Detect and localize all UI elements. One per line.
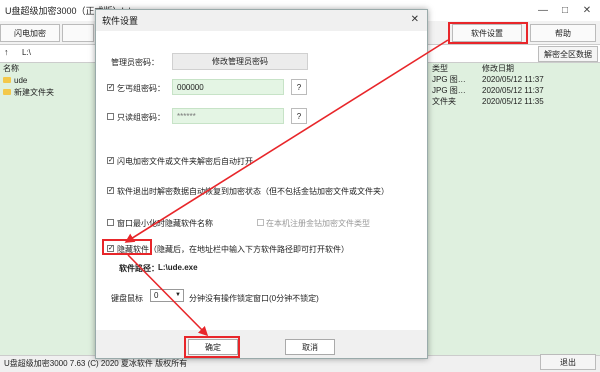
folder-icon	[3, 89, 11, 95]
readonly-password-checkbox[interactable]	[107, 113, 114, 120]
lock-minutes-value: 0	[154, 291, 159, 300]
highlight-settings-button	[448, 22, 528, 44]
hide-on-minimize-label: 窗口最小化时隐藏软件名称	[117, 219, 213, 228]
minimize-icon[interactable]: —	[532, 0, 554, 21]
exit-button[interactable]: 退出	[540, 354, 596, 370]
chevron-down-icon: ▼	[175, 292, 181, 298]
admin-password-label: 管理员密码：	[111, 58, 159, 67]
exit-restore-label: 软件退出时解密数据自动恢复到加密状态（但不包括金钻加密文件或文件夹）	[117, 187, 389, 196]
dialog-title: 软件设置	[102, 16, 139, 26]
register-type-label: 在本机注册金钻加密文件类型	[266, 219, 370, 228]
tree-item-label: 新建文件夹	[14, 87, 54, 97]
up-arrow-icon[interactable]: ↑	[4, 47, 9, 57]
window-controls: — □ ✕	[532, 0, 598, 21]
exit-restore-checkbox[interactable]: ✓	[107, 187, 114, 194]
file-list-header: 类型 修改日期	[428, 63, 600, 74]
cancel-button[interactable]: 取消	[285, 339, 335, 355]
tree-item[interactable]: 新建文件夹	[0, 86, 95, 98]
readonly-password-field[interactable]: ******	[172, 108, 284, 124]
close-icon[interactable]: ✕	[576, 0, 598, 21]
path-input[interactable]: L:\	[22, 48, 31, 57]
beggar-password-label: 乞丐组密码：	[117, 84, 165, 93]
register-type-checkbox[interactable]	[257, 219, 264, 226]
beggar-help-button[interactable]: ?	[291, 79, 307, 95]
file-row[interactable]: JPG 图… 2020/05/12 11:37	[428, 74, 600, 85]
tree-header: 名称	[3, 64, 19, 73]
highlight-hide-software	[102, 239, 152, 255]
hide-on-minimize-checkbox[interactable]	[107, 219, 114, 226]
maximize-icon[interactable]: □	[554, 0, 576, 21]
dialog-title-bar: 软件设置	[96, 10, 427, 31]
file-type: 文件夹	[432, 97, 456, 106]
tree-item-label: ude	[14, 75, 28, 85]
change-admin-password-button[interactable]: 修改管理员密码	[172, 53, 308, 70]
file-date: 2020/05/12 11:35	[482, 97, 544, 106]
beggar-password-field[interactable]: 000000	[172, 79, 284, 95]
software-path-value: L:\ude.exe	[158, 263, 198, 272]
flash-open-checkbox[interactable]: ✓	[107, 157, 114, 164]
software-path-label: 软件路径：	[119, 264, 159, 273]
dialog-footer	[96, 330, 427, 358]
beggar-password-checkbox[interactable]: ✓	[107, 84, 114, 91]
lock-minutes-select[interactable]: 0 ▼	[150, 289, 184, 302]
decrypt-all-button[interactable]: 解密全区数据	[538, 46, 598, 62]
file-list: 类型 修改日期 JPG 图… 2020/05/12 11:37 JPG 图… 2…	[428, 63, 600, 355]
file-row[interactable]: 文件夹 2020/05/12 11:35	[428, 96, 600, 107]
lock-description: 分钟没有操作锁定窗口(0分钟不锁定)	[189, 294, 319, 303]
folder-tree: 名称 ude 新建文件夹	[0, 63, 96, 355]
help-button[interactable]: 帮助	[530, 24, 596, 42]
folder-icon	[3, 77, 11, 83]
readonly-help-button[interactable]: ?	[291, 108, 307, 124]
highlight-ok-button	[184, 336, 240, 358]
keyboard-mouse-label: 键盘鼠标	[111, 294, 143, 303]
file-row[interactable]: JPG 图… 2020/05/12 11:37	[428, 85, 600, 96]
column-header-type[interactable]: 类型	[428, 63, 476, 74]
file-type: JPG 图…	[432, 86, 466, 95]
file-date: 2020/05/12 11:37	[482, 75, 544, 84]
file-date: 2020/05/12 11:37	[482, 86, 544, 95]
flash-open-label: 闪电加密文件或文件夹解密后自动打开	[117, 157, 253, 166]
readonly-password-label: 只读组密码：	[117, 113, 165, 122]
toolbar-button-2[interactable]	[62, 24, 94, 42]
flash-encrypt-button[interactable]: 闪电加密	[0, 24, 60, 42]
tree-item[interactable]: ude	[0, 74, 95, 86]
file-type: JPG 图…	[432, 75, 466, 84]
column-header-date[interactable]: 修改日期	[476, 63, 600, 74]
close-icon[interactable]: ✕	[411, 14, 419, 25]
